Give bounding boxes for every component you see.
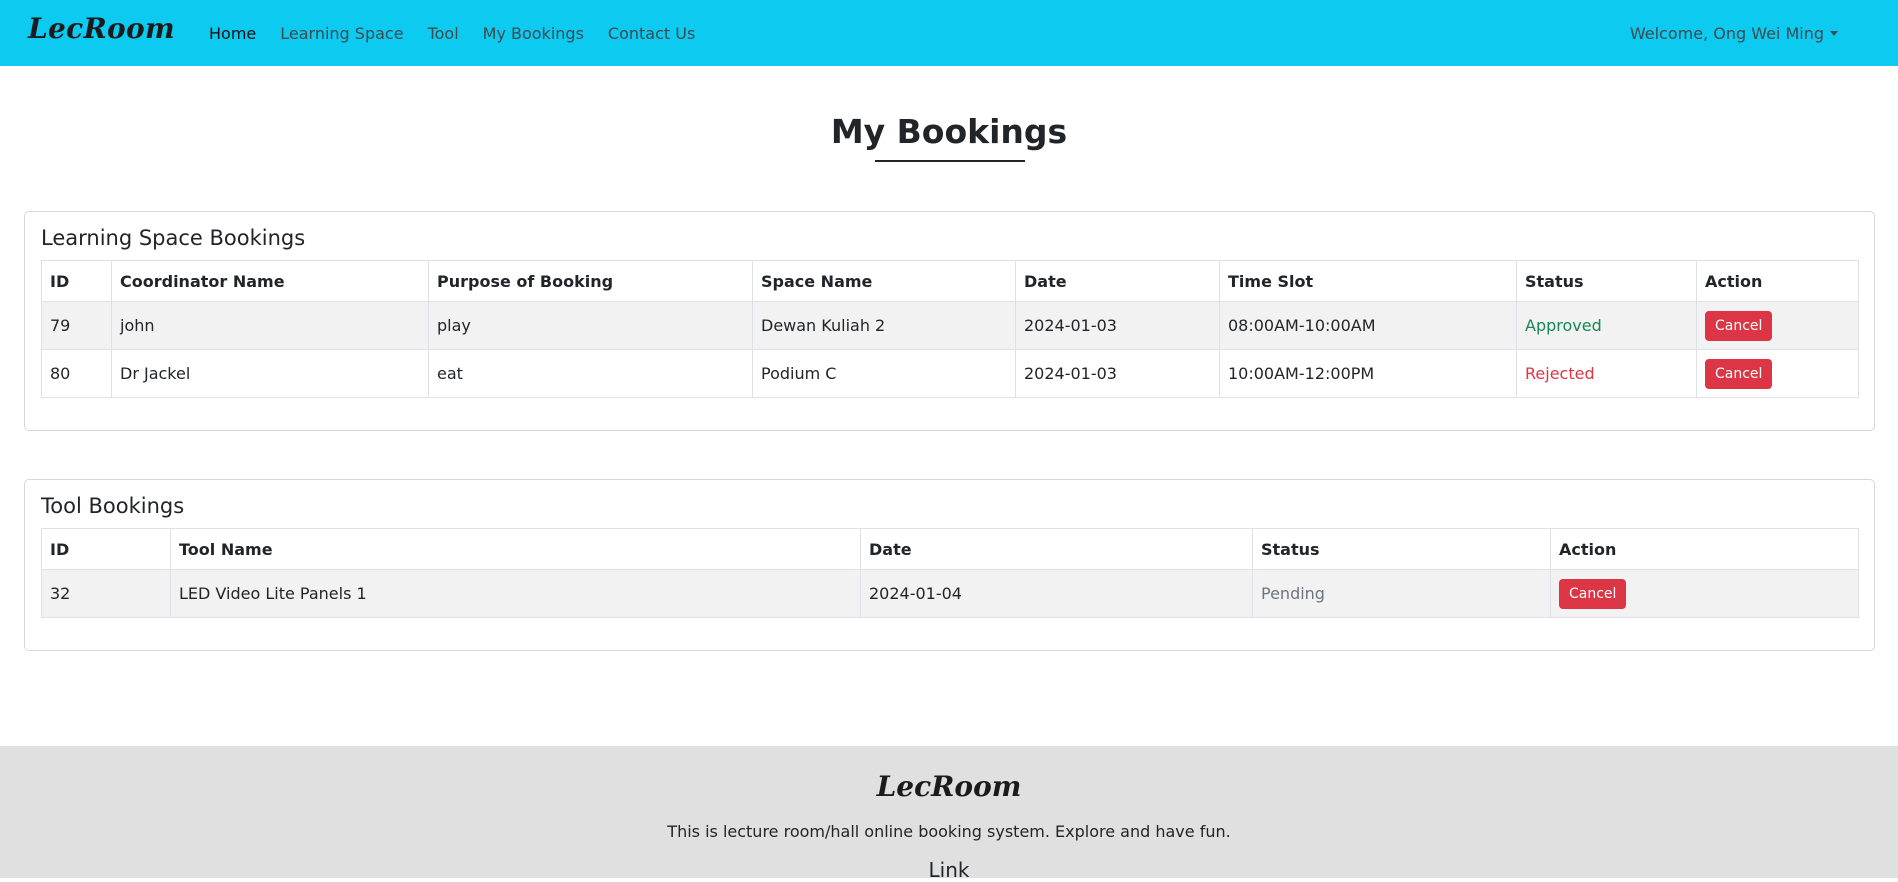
space-name: Dewan Kuliah 2: [752, 301, 1016, 350]
nav-link-learning-space[interactable]: Learning Space: [280, 24, 403, 43]
action-cell: Cancel: [1696, 349, 1859, 398]
column-header: Action: [1550, 528, 1859, 570]
page-title: My Bookings: [830, 112, 1068, 151]
status-badge: Approved: [1516, 301, 1697, 350]
booking-id: 79: [41, 301, 112, 350]
user-menu-label: Welcome, Ong Wei Ming: [1629, 23, 1824, 43]
column-header: Date: [1015, 260, 1220, 302]
action-cell: Cancel: [1550, 569, 1859, 618]
user-menu-dropdown[interactable]: Welcome, Ong Wei Ming: [1630, 0, 1838, 66]
table-row: 79 john play Dewan Kuliah 2 2024-01-03 0…: [41, 301, 1859, 350]
time-slot: 08:00AM-10:00AM: [1219, 301, 1517, 350]
navbar: LecRoom Home Learning Space Tool My Book…: [0, 0, 1898, 66]
footer: LecRoom This is lecture room/hall online…: [0, 746, 1898, 882]
column-header: Tool Name: [170, 528, 861, 570]
nav-links: Home Learning Space Tool My Bookings Con…: [209, 0, 719, 66]
status-badge: Rejected: [1516, 349, 1697, 398]
column-header: ID: [41, 260, 112, 302]
booking-id: 80: [41, 349, 112, 398]
column-header: Status: [1252, 528, 1551, 570]
nav-link-my-bookings[interactable]: My Bookings: [483, 24, 584, 43]
booking-purpose: eat: [428, 349, 753, 398]
coordinator-name: Dr Jackel: [111, 349, 429, 398]
column-header: Time Slot: [1219, 260, 1517, 302]
booking-id: 32: [41, 569, 171, 618]
column-header: ID: [41, 528, 171, 570]
booking-date: 2024-01-04: [860, 569, 1253, 618]
cancel-button[interactable]: Cancel: [1705, 310, 1773, 341]
booking-date: 2024-01-03: [1015, 301, 1220, 350]
brand-logo[interactable]: LecRoom: [28, 12, 175, 45]
nav-link-tool[interactable]: Tool: [428, 24, 459, 43]
tool-bookings-card: Tool Bookings ID Tool Name Date Status A…: [24, 479, 1875, 651]
tool-bookings-table: ID Tool Name Date Status Action 32 LED V…: [41, 528, 1859, 618]
column-header: Date: [860, 528, 1253, 570]
learning-space-bookings-table: ID Coordinator Name Purpose of Booking S…: [41, 260, 1859, 398]
title-underline: [875, 160, 1025, 162]
footer-description: This is lecture room/hall online booking…: [667, 822, 1231, 841]
table-header-row: ID Coordinator Name Purpose of Booking S…: [41, 260, 1859, 302]
action-cell: Cancel: [1696, 301, 1859, 350]
table-row: 80 Dr Jackel eat Podium C 2024-01-03 10:…: [41, 349, 1859, 398]
space-name: Podium C: [752, 349, 1016, 398]
nav-link-contact-us[interactable]: Contact Us: [608, 24, 695, 43]
learning-space-bookings-title: Learning Space Bookings: [41, 226, 306, 250]
column-header: Purpose of Booking: [428, 260, 753, 302]
column-header: Status: [1516, 260, 1697, 302]
cancel-button[interactable]: Cancel: [1705, 358, 1773, 389]
booking-purpose: play: [428, 301, 753, 350]
table-row: 32 LED Video Lite Panels 1 2024-01-04 Pe…: [41, 569, 1859, 618]
tool-name: LED Video Lite Panels 1: [170, 569, 861, 618]
table-header-row: ID Tool Name Date Status Action: [41, 528, 1859, 570]
tool-bookings-title: Tool Bookings: [41, 494, 185, 518]
coordinator-name: john: [111, 301, 429, 350]
cancel-button[interactable]: Cancel: [1559, 578, 1627, 609]
footer-brand-logo: LecRoom: [876, 770, 1022, 803]
column-header: Space Name: [752, 260, 1016, 302]
caret-down-icon: [1830, 30, 1838, 36]
booking-date: 2024-01-03: [1015, 349, 1220, 398]
column-header: Action: [1696, 260, 1859, 302]
column-header: Coordinator Name: [111, 260, 429, 302]
nav-link-home[interactable]: Home: [209, 24, 256, 43]
status-badge: Pending: [1252, 569, 1551, 618]
footer-link-heading: Link: [928, 858, 970, 882]
time-slot: 10:00AM-12:00PM: [1219, 349, 1517, 398]
learning-space-bookings-card: Learning Space Bookings ID Coordinator N…: [24, 211, 1875, 431]
